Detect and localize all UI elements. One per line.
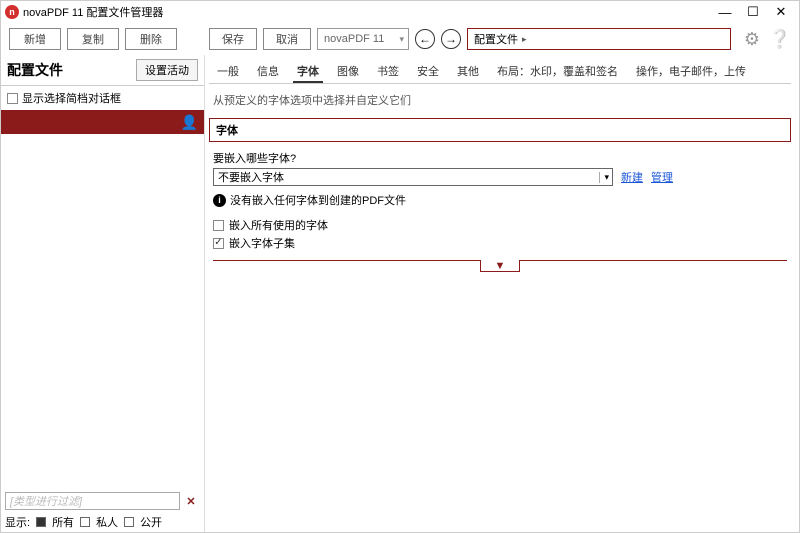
embed-subset-label: 嵌入字体子集 <box>229 235 295 251</box>
show-dialog-option[interactable]: 显示选择简档对话框 <box>1 86 204 110</box>
nav-prev-button[interactable]: ← <box>415 29 435 49</box>
new-link[interactable]: 新建 <box>621 169 643 185</box>
cancel-button[interactable]: 取消 <box>263 28 311 50</box>
sidebar: 配置文件 设置活动 显示选择简档对话框 👤 [类型进行过滤] ✕ 显示: 所有 … <box>1 55 205 532</box>
set-active-button[interactable]: 设置活动 <box>136 59 198 81</box>
tab-actions[interactable]: 操作，电子邮件，上传 <box>632 59 750 83</box>
tab-general[interactable]: 一般 <box>213 59 243 83</box>
app-icon: n <box>5 5 19 19</box>
tab-other[interactable]: 其他 <box>453 59 483 83</box>
info-icon: i <box>213 194 226 207</box>
toolbar: 新增 复制 删除 保存 取消 novaPDF 11 ← → 配置文件 ▸ ⚙ ❔ <box>1 23 799 55</box>
section-title: 字体 <box>209 118 791 142</box>
help-icon[interactable]: ❔ <box>769 28 791 50</box>
embed-subset-option[interactable]: ✓ 嵌入字体子集 <box>209 234 791 252</box>
gear-icon[interactable]: ⚙ <box>741 28 763 50</box>
show-label: 显示: <box>5 514 30 530</box>
checkbox-icon <box>7 93 18 104</box>
embed-fonts-combo[interactable]: 不要嵌入字体 <box>213 168 613 186</box>
filter-all-checkbox[interactable] <box>36 517 46 527</box>
chevron-right-icon: ▸ <box>522 34 527 45</box>
tabs: 一般 信息 字体 图像 书签 安全 其他 布局：水印，覆盖和签名 操作，电子邮件… <box>209 55 791 83</box>
embed-all-label: 嵌入所有使用的字体 <box>229 217 328 233</box>
delete-button[interactable]: 删除 <box>125 28 177 50</box>
filter-private-label: 私人 <box>96 514 118 530</box>
profile-selector-value: novaPDF 11 <box>324 33 384 45</box>
embed-which-label: 要嵌入哪些字体? <box>209 150 791 168</box>
filter-public-checkbox[interactable] <box>124 517 134 527</box>
tab-info[interactable]: 信息 <box>253 59 283 83</box>
show-dialog-label: 显示选择简档对话框 <box>22 90 121 106</box>
collapse-handle[interactable]: ▼ <box>480 260 520 272</box>
copy-button[interactable]: 复制 <box>67 28 119 50</box>
maximize-button[interactable]: ☐ <box>739 3 767 21</box>
save-button[interactable]: 保存 <box>209 28 257 50</box>
checkbox-icon <box>213 220 224 231</box>
embed-fonts-value: 不要嵌入字体 <box>218 169 284 185</box>
embed-all-option[interactable]: 嵌入所有使用的字体 <box>209 216 791 234</box>
filter-input[interactable]: [类型进行过滤] <box>5 492 180 510</box>
manage-link[interactable]: 管理 <box>651 169 673 185</box>
nav-next-button[interactable]: → <box>441 29 461 49</box>
filter-all-label: 所有 <box>52 514 74 530</box>
clear-filter-button[interactable]: ✕ <box>182 492 200 510</box>
window-title: novaPDF 11 配置文件管理器 <box>23 4 711 20</box>
tab-fonts[interactable]: 字体 <box>293 59 323 83</box>
tab-images[interactable]: 图像 <box>333 59 363 83</box>
section-divider: ▼ <box>213 260 787 273</box>
breadcrumb-root: 配置文件 <box>474 31 518 47</box>
chevron-down-icon: ▼ <box>495 260 506 272</box>
content-pane: 一般 信息 字体 图像 书签 安全 其他 布局：水印，覆盖和签名 操作，电子邮件… <box>205 55 799 532</box>
tab-security[interactable]: 安全 <box>413 59 443 83</box>
close-button[interactable]: ✕ <box>767 3 795 21</box>
tab-description: 从预定义的字体选项中选择并自定义它们 <box>209 90 791 118</box>
breadcrumb[interactable]: 配置文件 ▸ <box>467 28 731 50</box>
profile-selector[interactable]: novaPDF 11 <box>317 28 409 50</box>
sidebar-user-strip: 👤 <box>1 110 204 134</box>
minimize-button[interactable]: — <box>711 3 739 21</box>
new-button[interactable]: 新增 <box>9 28 61 50</box>
tab-bookmarks[interactable]: 书签 <box>373 59 403 83</box>
tab-layout[interactable]: 布局：水印，覆盖和签名 <box>493 59 622 83</box>
sidebar-heading: 配置文件 <box>7 60 63 80</box>
user-icon[interactable]: 👤 <box>181 114 198 131</box>
filter-private-checkbox[interactable] <box>80 517 90 527</box>
show-filter-row: 显示: 所有 私人 公开 <box>1 512 204 532</box>
checkbox-checked-icon: ✓ <box>213 238 224 249</box>
info-text: 没有嵌入任何字体到创建的PDF文件 <box>230 192 406 208</box>
filter-public-label: 公开 <box>140 514 162 530</box>
title-bar: n novaPDF 11 配置文件管理器 — ☐ ✕ <box>1 1 799 23</box>
